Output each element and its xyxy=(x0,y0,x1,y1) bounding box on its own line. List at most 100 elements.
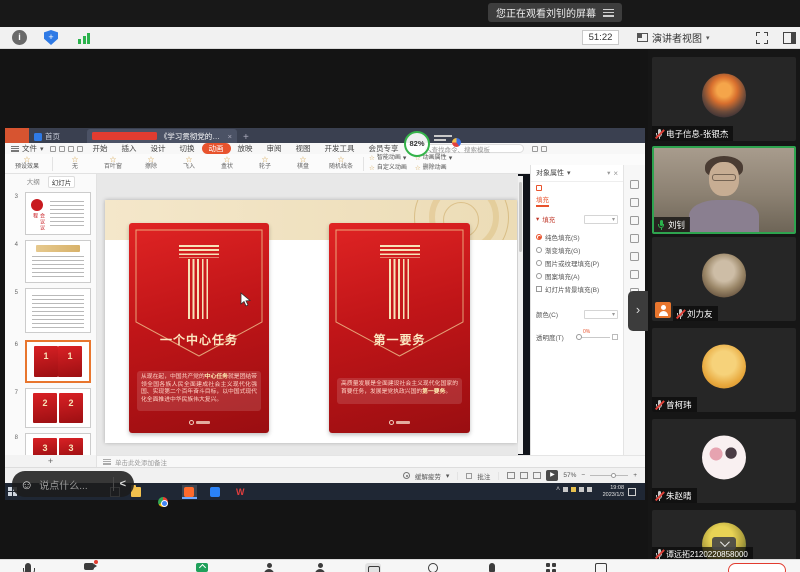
anim-effect-randomlines[interactable]: ☆随机线条 xyxy=(322,156,360,171)
mic-toggle-button[interactable] xyxy=(22,563,34,572)
banner-menu-icon[interactable] xyxy=(603,9,614,17)
checkbox-background-fill[interactable] xyxy=(536,286,542,292)
meeting-info-icon[interactable]: i xyxy=(12,30,27,45)
undo-icon[interactable] xyxy=(68,146,74,152)
apps-button[interactable] xyxy=(546,563,558,572)
ribbon-tab-start[interactable]: 开始 xyxy=(86,143,115,154)
share-icon[interactable] xyxy=(532,146,538,152)
chat-input-pill[interactable]: ☺ 说点什么... < xyxy=(12,471,134,497)
smart-animation-button[interactable]: ☆智能动画▾ xyxy=(369,154,407,163)
eye-care-icon[interactable] xyxy=(403,472,410,479)
radio-pattern-fill[interactable] xyxy=(536,273,542,279)
file-menu-button[interactable]: 文件 ▾ xyxy=(5,143,50,154)
anim-effect-flyin[interactable]: ☆飞入 xyxy=(170,156,208,171)
zoom-slider[interactable] xyxy=(590,475,628,476)
slides-tab[interactable]: 幻灯片 xyxy=(48,176,76,188)
comment-label[interactable]: 批注 xyxy=(477,471,490,481)
anim-effect-none[interactable]: ☆无 xyxy=(56,156,94,171)
ribbon-tab-animation[interactable]: 动画 xyxy=(202,143,231,154)
side-panel-toggle-button[interactable] xyxy=(783,32,796,44)
more-tools-button[interactable] xyxy=(595,563,607,572)
print-icon[interactable] xyxy=(59,146,65,152)
canvas-scrollbar[interactable] xyxy=(518,176,523,454)
panel-strip-icon[interactable] xyxy=(630,198,639,207)
redo-icon[interactable] xyxy=(77,146,83,152)
more-participants-button[interactable] xyxy=(712,537,736,550)
panel-strip-icon[interactable] xyxy=(630,216,639,225)
comment-icon[interactable] xyxy=(466,473,472,479)
ribbon-tab-devtools[interactable]: 开发工具 xyxy=(318,143,362,154)
close-panel-icon[interactable]: × xyxy=(613,169,618,178)
ribbon-tab-view[interactable]: 视图 xyxy=(289,143,318,154)
wps-office-taskbar-icon[interactable] xyxy=(184,487,194,497)
pin-icon[interactable]: ▾ xyxy=(607,169,610,177)
screen-share-button[interactable] xyxy=(196,563,208,572)
ribbon-tab-insert[interactable]: 插入 xyxy=(115,143,144,154)
camera-toggle-button[interactable] xyxy=(84,563,96,572)
chat-input-placeholder[interactable]: 说点什么... xyxy=(39,477,106,492)
raise-hand-button[interactable] xyxy=(487,563,499,572)
reading-view-icon[interactable] xyxy=(533,472,541,479)
command-search-input[interactable]: 查找命令、搜索模板 xyxy=(420,144,524,153)
notification-center-icon[interactable] xyxy=(628,488,636,496)
leave-meeting-button[interactable] xyxy=(728,563,786,572)
ribbon-tab-transition[interactable]: 切换 xyxy=(173,143,202,154)
participants-button[interactable] xyxy=(263,563,275,572)
save-icon[interactable] xyxy=(50,146,56,152)
radio-picture-fill[interactable] xyxy=(536,260,542,266)
notes-bar[interactable]: 单击此处添加备注 xyxy=(97,455,645,467)
panel-strip-icon[interactable] xyxy=(630,252,639,261)
normal-view-icon[interactable] xyxy=(507,472,515,479)
banner-card-right[interactable]: 第一要务 高质量发展是全面建设社会主义现代化国家的首要任务，发展是党执政兴国的第… xyxy=(329,223,470,433)
ribbon-tab-slideshow[interactable]: 放映 xyxy=(231,143,260,154)
participant-tile[interactable]: 朱赵晴 xyxy=(652,419,796,503)
preset-effects-button[interactable]: ☆ 预设效果 xyxy=(5,156,49,171)
color-dropdown[interactable]: ▾ xyxy=(584,310,618,319)
anim-effect-checkerboard[interactable]: ☆棋盘 xyxy=(284,156,322,171)
outline-tab[interactable]: 大纲 xyxy=(27,176,40,188)
network-signal-icon[interactable] xyxy=(78,32,92,44)
anim-effect-box[interactable]: ☆盒状 xyxy=(208,156,246,171)
fill-type-dropdown[interactable]: ▾ xyxy=(584,215,618,224)
panel-strip-icon[interactable] xyxy=(630,234,639,243)
collapse-chat-icon[interactable]: < xyxy=(120,478,126,490)
taskbar-clock[interactable]: 19:08 2023/1/3 xyxy=(594,485,624,499)
custom-animation-button[interactable]: ☆自定义动画 xyxy=(369,164,407,173)
close-tab-icon[interactable]: × xyxy=(228,132,232,141)
slide-thumbnail-6-selected[interactable]: 1 1 xyxy=(25,340,91,383)
participant-tile[interactable]: 曾柯玮 xyxy=(652,328,796,412)
panel-strip-icon[interactable] xyxy=(630,180,639,189)
meeting-app-taskbar-icon[interactable] xyxy=(210,487,220,497)
wps-logo[interactable] xyxy=(5,128,29,143)
eye-care-label[interactable]: 缓解疲劳 xyxy=(415,471,441,481)
participant-tile[interactable]: 刘力友 xyxy=(652,237,796,321)
system-tray[interactable]: ˄ xyxy=(556,486,592,493)
bell-icon[interactable] xyxy=(541,146,547,152)
slide-thumbnail-8[interactable]: 3 3 xyxy=(25,433,91,455)
panel-strip-icon[interactable] xyxy=(630,270,639,279)
anim-effect-wheel[interactable]: ☆轮子 xyxy=(246,156,284,171)
wps-document-tab[interactable]: 《学习贯彻党的二十大精神》党课课件 × xyxy=(87,129,237,143)
participant-tile-speaking[interactable]: 刘钊 xyxy=(652,146,796,234)
ribbon-tab-member[interactable]: 会员专享 xyxy=(362,143,406,154)
wps-home-tab[interactable]: 首页 xyxy=(29,130,87,143)
emoji-icon[interactable]: ☺ xyxy=(20,478,33,491)
slide-thumbnail-5[interactable] xyxy=(25,288,91,333)
chrome-icon[interactable] xyxy=(158,497,168,507)
view-mode-button[interactable]: 演讲者视图 ▾ xyxy=(637,29,710,46)
transparency-slider[interactable]: 0% xyxy=(576,333,618,342)
slide-thumbnail-3[interactable]: 会议议程 xyxy=(25,192,91,235)
add-slide-button[interactable]: + xyxy=(5,455,97,467)
slide-thumbnail-7[interactable]: 2 2 xyxy=(25,388,91,428)
invite-button[interactable] xyxy=(314,563,326,572)
anim-effect-wipe[interactable]: ☆擦除 xyxy=(132,156,170,171)
zoom-in-button[interactable]: + xyxy=(633,472,637,479)
ribbon-tab-review[interactable]: 审阅 xyxy=(260,143,289,154)
wps-w-taskbar-icon[interactable]: W xyxy=(236,487,245,497)
delete-animation-button[interactable]: ☆删除动画 xyxy=(415,164,452,173)
chat-button[interactable] xyxy=(365,563,381,572)
banner-card-left[interactable]: 一个中心任务 从现在起，中国共产党的中心任务就是团结带领全国各族人民全面建成社会… xyxy=(129,223,269,433)
participant-tile[interactable]: 谭远拓2120220858000 xyxy=(652,510,796,559)
participant-tile[interactable]: 电子信息-张银杰 xyxy=(652,57,796,141)
new-tab-button[interactable]: + xyxy=(243,132,249,143)
